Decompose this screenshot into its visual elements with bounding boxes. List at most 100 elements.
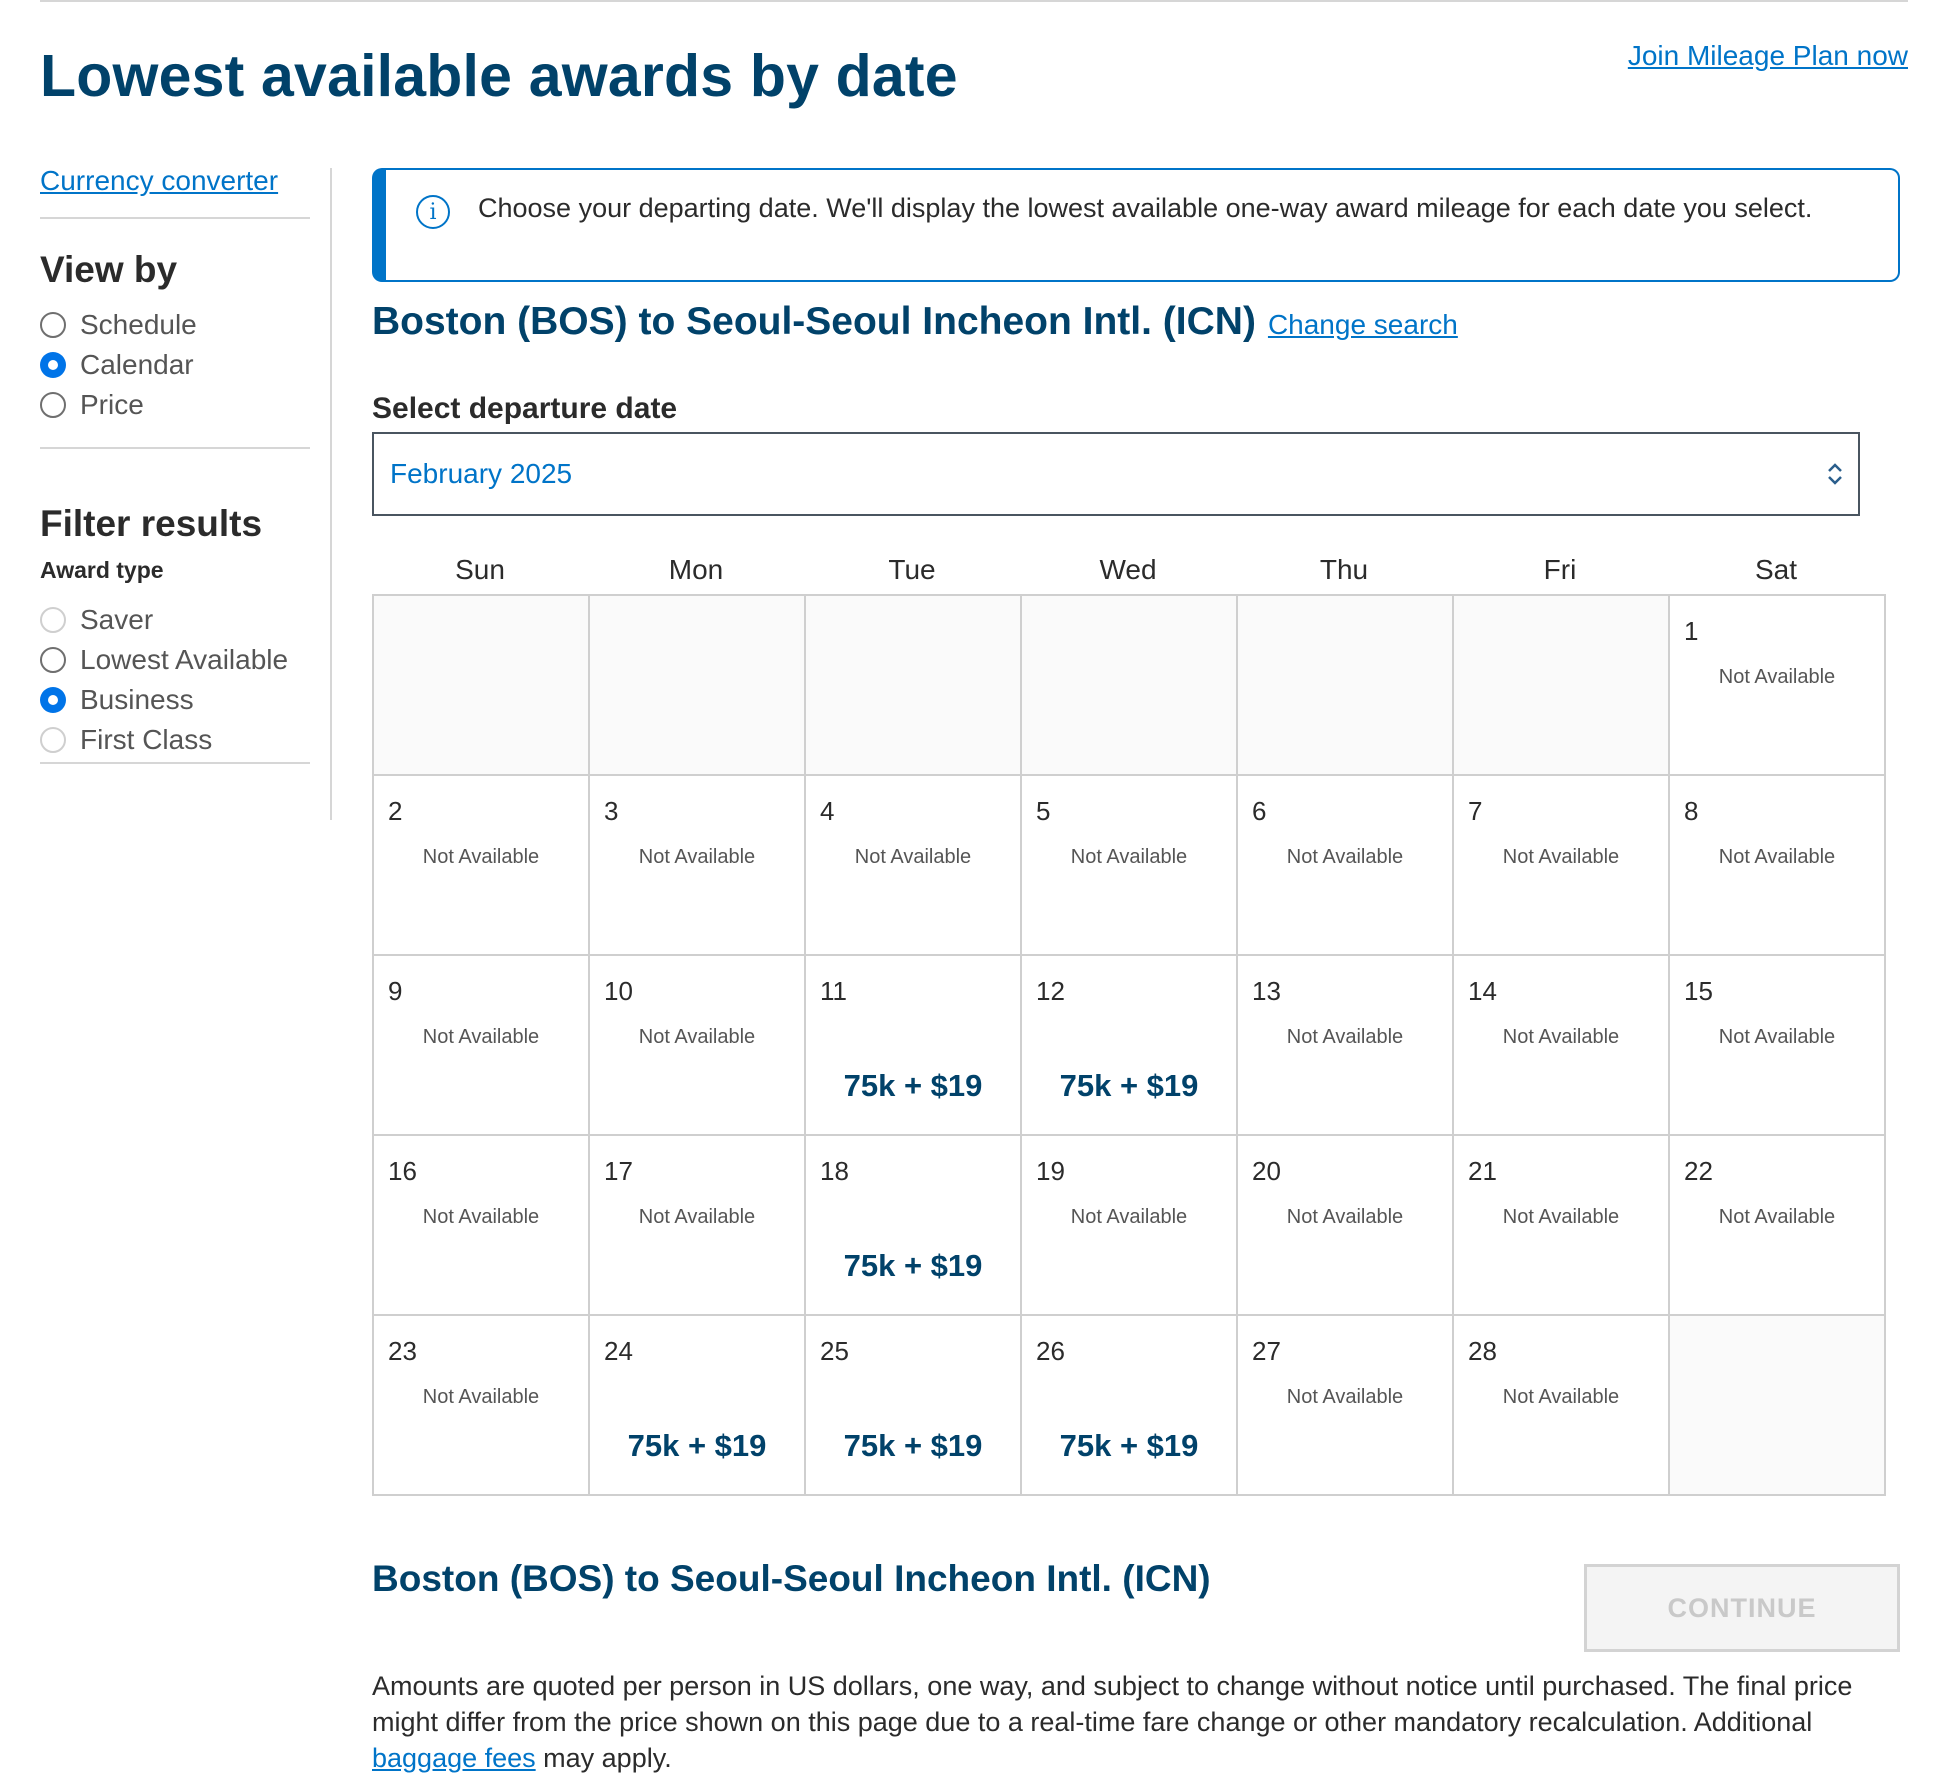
calendar-day-cell: 15 Not Available xyxy=(1670,956,1886,1136)
not-available-label: Not Available xyxy=(1286,1206,1404,1228)
route-title: Boston (BOS) to Seoul-Seoul Incheon Intl… xyxy=(372,300,1256,343)
view-by-schedule[interactable]: Schedule xyxy=(40,305,310,345)
calendar-day-cell: 2 Not Available xyxy=(374,776,590,956)
day-number: 14 xyxy=(1468,976,1497,1006)
award-type-options: Saver Lowest Available Business First Cl… xyxy=(40,600,310,760)
not-available-label: Not Available xyxy=(1718,666,1836,688)
departure-date-label: Select departure date xyxy=(372,392,678,425)
currency-converter-link[interactable]: Currency converter xyxy=(40,165,310,197)
day-number: 16 xyxy=(388,1156,417,1186)
calendar-day-cell: 4 Not Available xyxy=(806,776,1022,956)
radio-schedule[interactable] xyxy=(40,312,66,338)
calendar-day-cell: 17 Not Available xyxy=(590,1136,806,1316)
not-available-label: Not Available xyxy=(1286,1026,1404,1048)
radio-lowest-available[interactable] xyxy=(40,647,66,673)
day-number: 4 xyxy=(820,796,835,826)
baggage-fees-link[interactable]: baggage fees xyxy=(372,1743,536,1773)
radio-business[interactable] xyxy=(40,687,66,713)
day-number: 21 xyxy=(1468,1156,1497,1186)
award-type-business[interactable]: Business xyxy=(40,680,310,720)
calendar-day-cell: 6 Not Available xyxy=(1238,776,1454,956)
not-available-label: Not Available xyxy=(422,1026,540,1048)
calendar-day-cell: 9 Not Available xyxy=(374,956,590,1136)
radio-calendar[interactable] xyxy=(40,352,66,378)
calendar-grid: 1 Not Available 2 Not Available 3 Not Availab… xyxy=(372,594,1886,1496)
day-number: 22 xyxy=(1684,1156,1713,1186)
award-type-saver[interactable]: Saver xyxy=(40,600,310,640)
award-price[interactable]: 75k + $19 xyxy=(1022,1428,1236,1464)
weekday-label: Sat xyxy=(1754,554,1798,585)
calendar-day-cell[interactable]: 18 75k + $19 xyxy=(806,1136,1022,1316)
filter-results-heading: Filter results xyxy=(40,503,263,544)
day-number: 26 xyxy=(1036,1336,1065,1366)
weekday-label: Wed xyxy=(1099,554,1157,585)
award-price[interactable]: 75k + $19 xyxy=(806,1248,1020,1284)
calendar-day-cell[interactable]: 24 75k + $19 xyxy=(590,1316,806,1496)
view-by-calendar[interactable]: Calendar xyxy=(40,345,310,385)
not-available-label: Not Available xyxy=(1070,1206,1188,1228)
radio-price[interactable] xyxy=(40,392,66,418)
radio-label: First Class xyxy=(80,724,213,755)
day-number: 10 xyxy=(604,976,633,1006)
sidebar-divider xyxy=(40,762,310,764)
not-available-label: Not Available xyxy=(1286,846,1404,868)
not-available-label: Not Available xyxy=(422,846,540,868)
view-by-heading: View by xyxy=(40,249,178,290)
change-search-link[interactable]: Change search xyxy=(1268,309,1458,341)
radio-saver[interactable] xyxy=(40,607,66,633)
route-header: Boston (BOS) to Seoul-Seoul Incheon Intl… xyxy=(372,300,1902,344)
day-number: 18 xyxy=(820,1156,849,1186)
not-available-label: Not Available xyxy=(1718,846,1836,868)
day-number: 9 xyxy=(388,976,403,1006)
award-price[interactable]: 75k + $19 xyxy=(806,1428,1020,1464)
award-type-first-class[interactable]: First Class xyxy=(40,720,310,760)
not-available-label: Not Available xyxy=(1502,1386,1620,1408)
sidebar-separator xyxy=(330,168,332,820)
calendar-day-cell: 5 Not Available xyxy=(1022,776,1238,956)
calendar-day-cell[interactable]: 26 75k + $19 xyxy=(1022,1316,1238,1496)
weekday-label: Tue xyxy=(888,554,936,585)
disclaimer-text: Amounts are quoted per person in US doll… xyxy=(372,1671,1853,1737)
join-mileage-plan-link[interactable]: Join Mileage Plan now xyxy=(1628,40,1908,72)
calendar-day-cell: 14 Not Available xyxy=(1454,956,1670,1136)
day-number: 8 xyxy=(1684,796,1699,826)
sidebar-divider xyxy=(40,217,310,219)
day-number: 20 xyxy=(1252,1156,1281,1186)
view-by-options: Schedule Calendar Price xyxy=(40,305,310,425)
calendar-day-cell[interactable]: 25 75k + $19 xyxy=(806,1316,1022,1496)
calendar-empty-cell xyxy=(1238,596,1454,776)
main-content: i Choose your departing date. We'll disp… xyxy=(372,168,1902,1496)
calendar-day-cell: 23 Not Available xyxy=(374,1316,590,1496)
radio-first-class[interactable] xyxy=(40,727,66,753)
continue-button[interactable]: CONTINUE xyxy=(1584,1564,1900,1652)
award-price[interactable]: 75k + $19 xyxy=(1022,1068,1236,1104)
radio-label: Calendar xyxy=(80,349,194,380)
calendar-day-cell: 3 Not Available xyxy=(590,776,806,956)
calendar-empty-cell xyxy=(1022,596,1238,776)
calendar-day-cell: 16 Not Available xyxy=(374,1136,590,1316)
day-number: 11 xyxy=(820,976,847,1006)
calendar-day-cell[interactable]: 12 75k + $19 xyxy=(1022,956,1238,1136)
calendar-empty-cell xyxy=(590,596,806,776)
calendar-day-cell: 21 Not Available xyxy=(1454,1136,1670,1316)
day-number: 25 xyxy=(820,1336,849,1366)
calendar-day-cell: 19 Not Available xyxy=(1022,1136,1238,1316)
day-number: 6 xyxy=(1252,796,1267,826)
award-price[interactable]: 75k + $19 xyxy=(590,1428,804,1464)
award-type-label: Award type xyxy=(40,557,164,583)
radio-label: Schedule xyxy=(80,309,197,340)
award-type-lowest-available[interactable]: Lowest Available xyxy=(40,640,310,680)
view-by-price[interactable]: Price xyxy=(40,385,310,425)
weekday-label: Fri xyxy=(1543,554,1577,585)
calendar-day-cell[interactable]: 11 75k + $19 xyxy=(806,956,1022,1136)
award-price[interactable]: 75k + $19 xyxy=(806,1068,1020,1104)
calendar-day-cell: 1 Not Available xyxy=(1670,596,1886,776)
day-number: 27 xyxy=(1252,1336,1281,1366)
calendar-day-cell: 10 Not Available xyxy=(590,956,806,1136)
weekday-label: Mon xyxy=(668,554,724,585)
not-available-label: Not Available xyxy=(1718,1026,1836,1048)
not-available-label: Not Available xyxy=(422,1206,540,1228)
weekday-label: Thu xyxy=(1319,554,1369,585)
month-select[interactable]: February 2025 xyxy=(372,432,1860,516)
radio-label: Price xyxy=(80,389,144,420)
